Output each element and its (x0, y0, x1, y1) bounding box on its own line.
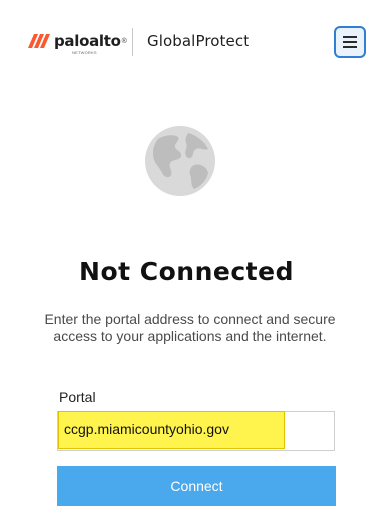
hamburger-menu-icon-bar (343, 36, 357, 38)
product-title: GlobalProtect (147, 32, 250, 50)
connect-button[interactable]: Connect (57, 466, 336, 506)
hamburger-menu-icon-bar (343, 46, 357, 48)
portal-label: Portal (59, 389, 96, 405)
brand-subtext: NETWORKS (72, 50, 97, 55)
portal-field[interactable] (57, 411, 335, 451)
connection-description: Enter the portal address to connect and … (44, 311, 336, 344)
paloalto-logo: paloalto ® (28, 30, 127, 52)
app-header: paloalto ® NETWORKS GlobalProtect (0, 0, 373, 84)
hamburger-menu-icon-bar (343, 41, 357, 43)
hamburger-menu-button[interactable] (334, 26, 366, 58)
connection-status-title: Not Connected (79, 257, 294, 286)
header-divider (132, 28, 133, 56)
globe-icon (145, 126, 215, 196)
paloalto-logo-icon (28, 34, 50, 48)
brand-name: paloalto (54, 32, 121, 50)
brand-registered-mark: ® (121, 37, 127, 45)
portal-input[interactable] (64, 421, 284, 437)
